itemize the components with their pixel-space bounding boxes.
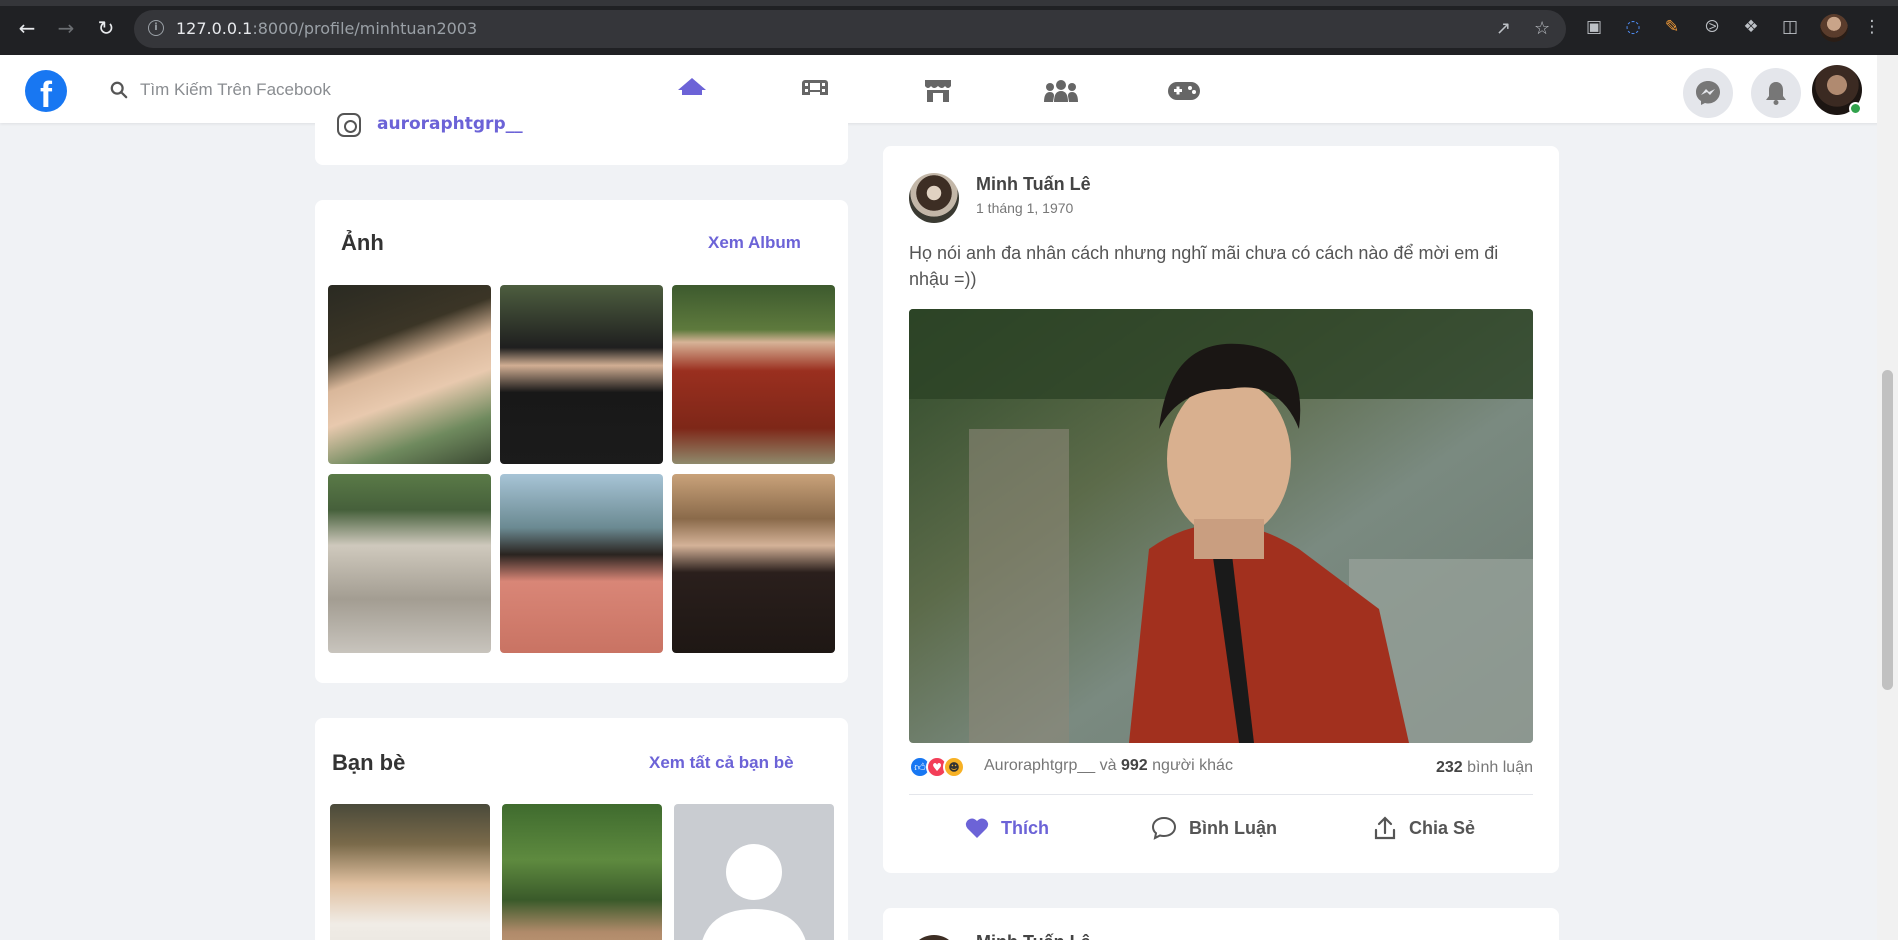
- post-author-name[interactable]: Minh Tuấn Lê: [976, 932, 1091, 940]
- share-icon[interactable]: ↗: [1496, 18, 1511, 39]
- comment-button[interactable]: Bình Luận: [1151, 812, 1277, 844]
- instagram-link[interactable]: auroraphtgrp__: [377, 114, 523, 134]
- post-author-avatar[interactable]: [909, 173, 959, 223]
- comment-bubble-icon: [1151, 816, 1177, 840]
- top-navbar: f: [0, 55, 1898, 123]
- like-button[interactable]: Thích: [965, 812, 1049, 844]
- reaction-summary[interactable]: Auroraphtgrp__ và 992 người khác: [984, 757, 1233, 775]
- gaming-icon[interactable]: [1164, 71, 1204, 111]
- friends-card: Bạn bè Xem tất cả bạn bè: [315, 718, 848, 940]
- profile-avatar[interactable]: [1820, 14, 1848, 42]
- reaction-and: và: [1099, 757, 1117, 774]
- url-text[interactable]: 127.0.0.1:8000/profile/minhtuan2003: [176, 19, 477, 38]
- share-upload-icon: [1374, 816, 1396, 840]
- water-drop-icon[interactable]: ◌: [1622, 16, 1644, 38]
- scrollbar-thumb[interactable]: [1882, 370, 1893, 690]
- haha-reaction-icon: ☻: [943, 756, 965, 778]
- page-scrollbar[interactable]: [1877, 55, 1898, 940]
- bookmark-star-icon[interactable]: ☆: [1534, 18, 1550, 39]
- post-timestamp[interactable]: 1 tháng 1, 1970: [976, 200, 1073, 216]
- groups-icon[interactable]: [1041, 71, 1081, 111]
- like-label: Thích: [1001, 817, 1049, 838]
- back-arrow-icon[interactable]: ←: [13, 14, 41, 42]
- compass-icon[interactable]: ⧁: [1701, 16, 1723, 38]
- photo-thumbnail[interactable]: [500, 474, 663, 653]
- post-image[interactable]: [909, 309, 1533, 743]
- post-author-avatar[interactable]: [909, 935, 959, 940]
- post-author-name[interactable]: Minh Tuấn Lê: [976, 174, 1091, 195]
- post-text: Họ nói anh đa nhân cách nhưng nghĩ mãi c…: [909, 243, 1499, 289]
- reaction-count: 992: [1121, 757, 1148, 774]
- site-info-icon[interactable]: i: [148, 20, 164, 36]
- default-avatar-placeholder[interactable]: [674, 804, 834, 940]
- intro-card: auroraphtgrp__: [315, 95, 848, 165]
- color-picker-icon[interactable]: ✎: [1661, 16, 1683, 38]
- notifications-button[interactable]: [1751, 68, 1801, 118]
- friend-photo[interactable]: [502, 804, 662, 940]
- more-menu-icon[interactable]: ⋮: [1861, 16, 1883, 38]
- forward-arrow-icon[interactable]: →: [52, 14, 80, 42]
- instagram-icon: [337, 113, 361, 137]
- friend-photo[interactable]: [330, 804, 490, 940]
- online-status-dot: [1849, 102, 1862, 115]
- user-silhouette-icon: [702, 844, 806, 940]
- comment-count-label: bình luận: [1467, 759, 1533, 776]
- photo-thumbnail[interactable]: [328, 474, 491, 653]
- search-icon: [110, 81, 128, 99]
- photos-card: Ảnh Xem Album: [315, 200, 848, 683]
- messenger-icon: [1696, 81, 1720, 105]
- photo-thumbnail[interactable]: [672, 474, 835, 653]
- photos-title: Ảnh: [341, 230, 384, 255]
- camera-icon[interactable]: ▣: [1583, 16, 1605, 38]
- share-button[interactable]: Chia Sẻ: [1373, 812, 1475, 844]
- reaction-user: Auroraphtgrp__: [984, 757, 1096, 774]
- share-label: Chia Sẻ: [1409, 817, 1476, 838]
- post-photo: [909, 309, 1533, 743]
- friends-title: Bạn bè: [332, 750, 406, 775]
- reaction-icons[interactable]: 👍︎ ♥ ☻: [909, 755, 965, 779]
- comment-label: Bình Luận: [1189, 817, 1277, 838]
- post-card: Minh Tuấn Lê 1 tháng 1, 1970 Họ nói anh …: [883, 146, 1559, 873]
- photo-thumbnail[interactable]: [672, 285, 835, 464]
- url-host: 127.0.0.1: [176, 19, 253, 38]
- post-card: Minh Tuấn Lê: [883, 908, 1559, 940]
- browser-toolbar: ← → ↻ i 127.0.0.1:8000/profile/minhtuan2…: [0, 0, 1898, 55]
- view-album-link[interactable]: Xem Album: [708, 233, 801, 253]
- address-bar[interactable]: i 127.0.0.1:8000/profile/minhtuan2003 ↗ …: [134, 10, 1566, 48]
- reaction-others: người khác: [1152, 757, 1233, 774]
- marketplace-icon[interactable]: [918, 71, 958, 111]
- tab-strip: [0, 0, 1898, 6]
- comment-count-number: 232: [1436, 759, 1463, 776]
- side-panel-icon[interactable]: ◫: [1779, 16, 1801, 38]
- heart-icon: [965, 818, 989, 838]
- extensions-icon[interactable]: ❖: [1740, 16, 1762, 38]
- post-divider: [909, 794, 1533, 795]
- comment-count[interactable]: 232 bình luận: [1436, 759, 1533, 777]
- view-all-friends-link[interactable]: Xem tất cả bạn bè: [649, 753, 794, 773]
- facebook-logo[interactable]: f: [25, 70, 67, 112]
- bell-icon: [1766, 82, 1786, 105]
- reload-icon[interactable]: ↻: [92, 14, 120, 42]
- messenger-button[interactable]: [1683, 68, 1733, 118]
- photo-thumbnail[interactable]: [500, 285, 663, 464]
- photo-thumbnail[interactable]: [328, 285, 491, 464]
- url-path: :8000/profile/minhtuan2003: [252, 19, 478, 38]
